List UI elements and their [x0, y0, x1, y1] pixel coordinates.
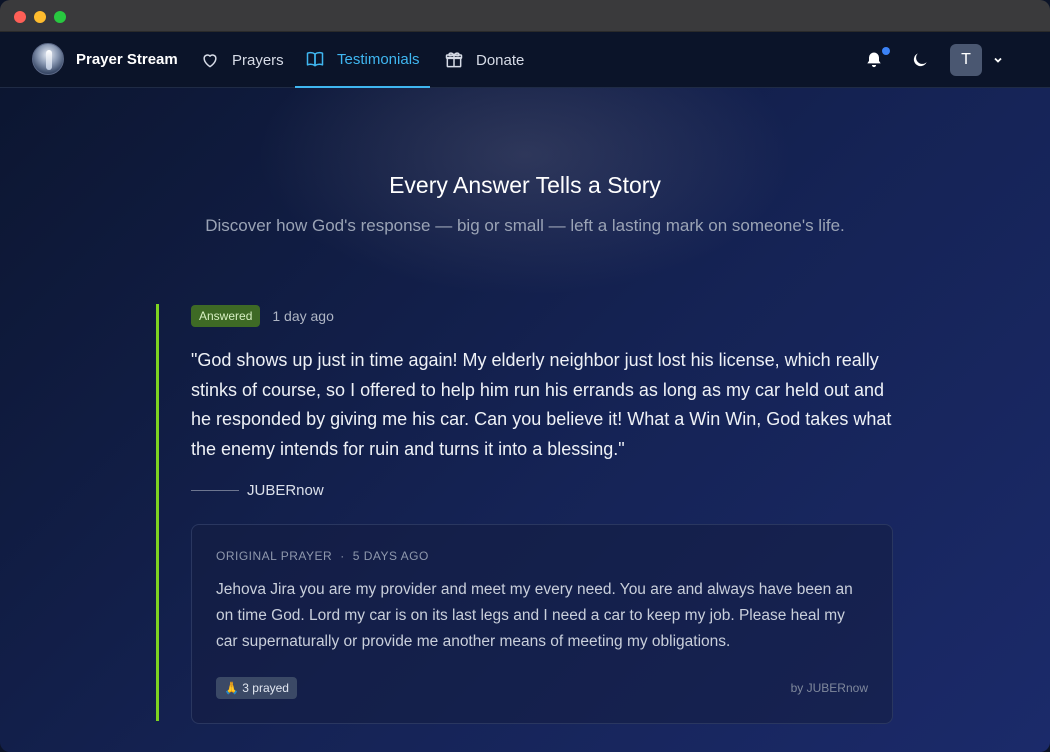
- testimonial-author[interactable]: JUBERnow: [247, 482, 324, 499]
- nav-item-donate[interactable]: Donate: [444, 32, 524, 88]
- testimonial-quote: "God shows up just in time again! My eld…: [191, 350, 892, 459]
- testimonial-card: Answered 1 day ago "God shows up just in…: [156, 304, 896, 724]
- nav-item-label: Prayers: [232, 51, 284, 69]
- notification-dot: [882, 47, 890, 55]
- testimonial-meta: Answered 1 day ago: [191, 304, 896, 328]
- app-window: Prayer Stream Prayers Testimonials Donat…: [0, 0, 1050, 752]
- main-content: Every Answer Tells a Story Discover how …: [0, 88, 1050, 752]
- prayed-count-button[interactable]: 🙏 3 prayed: [216, 677, 297, 699]
- top-navbar: Prayer Stream Prayers Testimonials Donat…: [0, 32, 1050, 88]
- window-titlebar: [0, 0, 1050, 32]
- app-logo: [32, 43, 64, 75]
- header-separator: ·: [340, 549, 345, 563]
- minimize-window-button[interactable]: [34, 11, 46, 23]
- nav-item-label: Testimonials: [337, 50, 420, 68]
- testimonial-time: 1 day ago: [272, 308, 334, 324]
- original-prayer-text: Jehova Jira you are my provider and meet…: [216, 581, 853, 650]
- close-window-button[interactable]: [14, 11, 26, 23]
- nav-item-label: Donate: [476, 51, 525, 69]
- notification-bell-icon[interactable]: [864, 50, 884, 70]
- gift-icon: [445, 52, 463, 68]
- book-icon: [306, 51, 324, 67]
- testimonial-author-row: JUBERnow: [191, 476, 896, 504]
- author-divider: [191, 489, 239, 491]
- page-title: Every Answer Tells a Story: [389, 172, 661, 198]
- original-prayer-header: ORIGINAL PRAYER · 5 DAYS AGO: [216, 549, 868, 563]
- app-name: Prayer Stream: [76, 50, 178, 68]
- nav-item-prayers[interactable]: Prayers: [200, 32, 284, 88]
- page-subtitle: Discover how God's response — big or sma…: [205, 216, 845, 235]
- original-prayer-time: 5 DAYS AGO: [352, 549, 429, 563]
- maximize-window-button[interactable]: [54, 11, 66, 23]
- original-prayer-byline: by JUBERnow: [790, 681, 868, 695]
- user-avatar-button[interactable]: T: [950, 44, 982, 76]
- moon-icon[interactable]: [910, 50, 930, 70]
- heart-icon: [203, 54, 217, 68]
- original-prayer-label: ORIGINAL PRAYER: [216, 549, 333, 563]
- brand-link[interactable]: Prayer Stream: [32, 43, 178, 75]
- chevron-down-icon[interactable]: [992, 54, 1004, 66]
- nav-item-testimonials[interactable]: Testimonials: [295, 32, 430, 88]
- status-badge: Answered: [191, 305, 261, 327]
- original-prayer-card: ORIGINAL PRAYER · 5 DAYS AGO Jehova Jira…: [191, 524, 893, 724]
